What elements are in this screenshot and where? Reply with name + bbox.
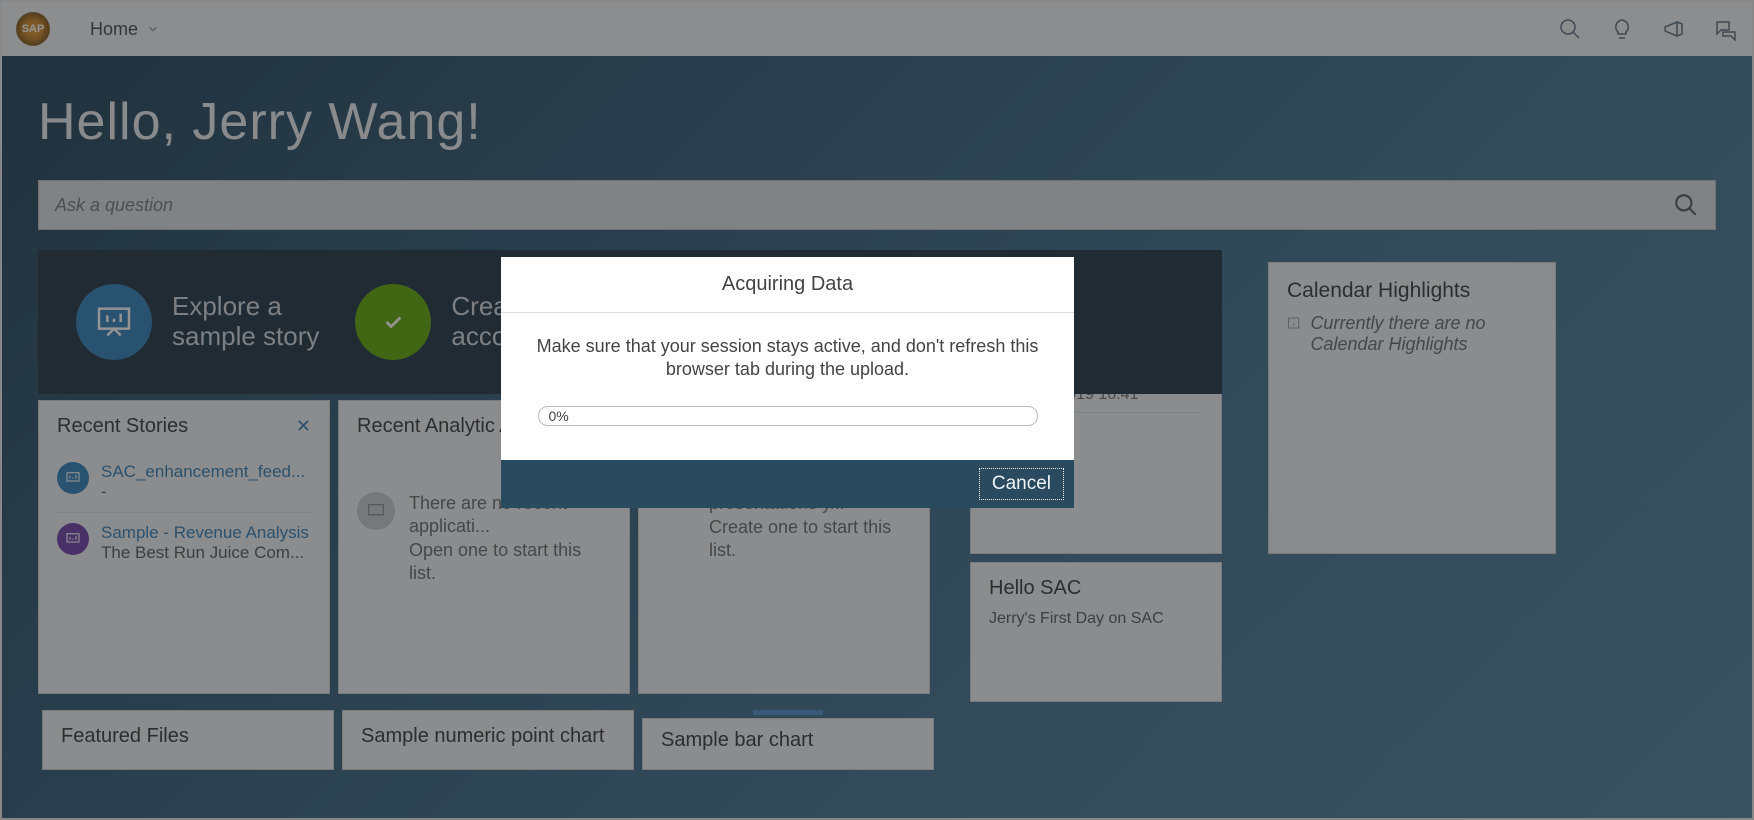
dialog-title: Acquiring Data bbox=[501, 257, 1074, 313]
acquiring-data-dialog: Acquiring Data Make sure that your sessi… bbox=[501, 257, 1074, 508]
progress-bar: 0% bbox=[538, 406, 1038, 426]
cancel-button[interactable]: Cancel bbox=[979, 468, 1064, 500]
dialog-message: Make sure that your session stays active… bbox=[535, 335, 1040, 382]
